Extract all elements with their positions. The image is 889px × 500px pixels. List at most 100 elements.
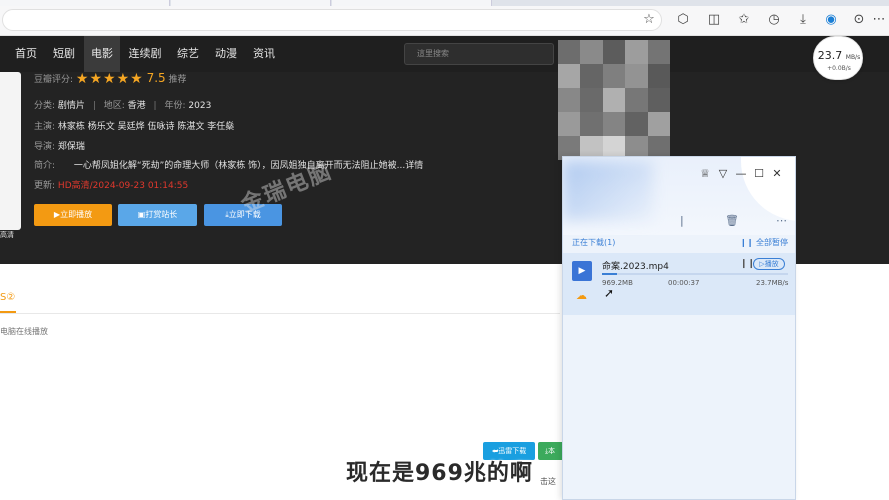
play-button[interactable]: ▷播放 xyxy=(753,258,785,270)
director-label: 导演: xyxy=(34,142,56,152)
skin-icon[interactable]: ♕ xyxy=(698,167,712,181)
browser-toolbar: ☆ ⬡ ◫ ✩ ◷ ⤓ ◉ ⊙ ⋯ xyxy=(0,6,889,36)
rating-label: 豆瓣评分: xyxy=(34,75,74,85)
mosaic-cell xyxy=(580,64,603,88)
more-icon[interactable]: ⋯ xyxy=(871,12,887,28)
mosaic-cell xyxy=(602,64,626,88)
download-progress-bar xyxy=(602,273,788,275)
movie-poster[interactable] xyxy=(0,72,21,230)
nav-item-anime[interactable]: 动漫 xyxy=(208,36,244,72)
mosaic-cell xyxy=(580,88,603,112)
mosaic-cell xyxy=(647,88,670,112)
region-label: 地区: xyxy=(103,101,125,111)
video-file-icon: ▶ xyxy=(572,261,592,281)
download-manager-panel: ♕ ▽ — ☐ ✕ | 🗑 ⋯ 正在下载(1) ❙❙ 全部暂停 ▶ 命案.202… xyxy=(562,156,796,500)
synopsis-value[interactable]: 一心帮凤姐化解“死劫”的命理大师（林家栋 饰），因凤姐独自离开而无法阻止她被..… xyxy=(74,161,423,171)
video-subtitle: 现在是969兆的啊 xyxy=(346,461,533,486)
director-row: 导演: 郑保瑞 xyxy=(34,139,85,152)
star-icon[interactable]: ☆ xyxy=(641,12,657,28)
meta-row: 分类: 剧情片 | 地区: 香港 | 年份: 2023 xyxy=(34,101,212,111)
year-label: 年份: xyxy=(164,101,186,111)
site-nav: 首页 短剧 电影 连续剧 综艺 动漫 资讯 這里搜索 xyxy=(0,36,889,72)
synopsis-row: 简介: 一心帮凤姐化解“死劫”的命理大师（林家栋 饰），因凤姐独自离开而无法阻止… xyxy=(34,158,423,171)
favorites-icon[interactable]: ✩ xyxy=(736,12,752,28)
tip-owner-button[interactable]: ▣打赏站长 xyxy=(118,204,197,226)
minimize-icon[interactable]: — xyxy=(734,167,748,181)
year-value[interactable]: 2023 xyxy=(188,101,211,111)
mosaic-cell xyxy=(580,112,603,136)
pixelated-area xyxy=(558,40,670,160)
poster-quality-tag: 高清 xyxy=(0,231,14,239)
download-speed: 23.7MB/s xyxy=(756,279,789,287)
search-input[interactable]: 這里搜索 xyxy=(404,43,554,65)
category-label: 分类: xyxy=(34,101,56,111)
edge-icon[interactable]: ◉ xyxy=(823,12,839,28)
rating-suffix: 推荐 xyxy=(168,75,187,85)
cast-row: 主演: 林家栋 杨乐文 吴廷烨 伍咏诗 陈湛文 李任燊 xyxy=(34,119,234,132)
partially-hidden-text: 击这 xyxy=(540,477,556,486)
speed-upload-value: +0.0B/s xyxy=(827,65,851,72)
mouse-cursor-icon: ➚ xyxy=(604,286,615,300)
mosaic-cell xyxy=(647,64,670,88)
speed-value: 23.7 MB/s xyxy=(817,49,861,62)
nav-item-news[interactable]: 资讯 xyxy=(246,36,282,72)
accelerate-icon[interactable]: ☁ xyxy=(576,289,587,302)
nav-item-series[interactable]: 连续剧 xyxy=(124,36,166,72)
mosaic-cell xyxy=(647,112,670,136)
update-row: 更新: HD高清/2024-09-23 01:14:55 xyxy=(34,178,188,191)
local-download-button[interactable]: ⤓本 xyxy=(538,442,562,460)
profile-icon[interactable]: ⊙ xyxy=(851,12,867,28)
source-tab[interactable]: S② xyxy=(0,292,15,303)
header-decoration xyxy=(741,157,795,221)
mosaic-cell xyxy=(558,112,581,136)
mosaic-cell xyxy=(580,40,603,64)
address-bar[interactable] xyxy=(2,9,662,31)
mosaic-cell xyxy=(558,64,581,88)
toolbar-divider-icon: | xyxy=(680,214,684,227)
download-item[interactable]: ▶ 命案.2023.mp4 ❙❙ ▷播放 969.2MB 00:00:37 23… xyxy=(563,253,795,315)
download-filename: 命案.2023.mp4 xyxy=(602,262,669,272)
update-label: 更新: xyxy=(34,181,56,191)
rating-stars-icon: ★★★★★ xyxy=(75,71,144,87)
menu-chevron-icon[interactable]: ▽ xyxy=(716,167,730,181)
play-now-button[interactable]: ▶立即播放 xyxy=(34,204,112,226)
pause-all-button[interactable]: ❙❙ 全部暂停 xyxy=(740,237,788,248)
extension-icon[interactable]: ⬡ xyxy=(675,12,691,28)
split-screen-icon[interactable]: ◫ xyxy=(706,12,722,28)
maximize-icon[interactable]: ☐ xyxy=(752,167,766,181)
nav-item-movies[interactable]: 电影 xyxy=(84,36,120,72)
rating-row: 豆瓣评分: ★★★★★ 7.5 推荐 xyxy=(34,71,187,87)
mosaic-cell xyxy=(625,40,648,64)
category-value[interactable]: 剧情片 xyxy=(58,101,85,111)
downloads-icon[interactable]: ⤓ xyxy=(795,12,811,28)
region-value[interactable]: 香港 xyxy=(128,101,146,111)
history-icon[interactable]: ◷ xyxy=(766,12,782,28)
mosaic-cell xyxy=(625,88,648,112)
downloading-count[interactable]: 正在下载(1) xyxy=(572,237,615,248)
download-progress-fill xyxy=(602,273,617,275)
download-manager-header: ♕ ▽ — ☐ ✕ | 🗑 ⋯ xyxy=(563,157,795,235)
cast-value[interactable]: 林家栋 杨乐文 吴廷烨 伍咏诗 陈湛文 李任燊 xyxy=(58,122,234,132)
mosaic-cell xyxy=(558,40,581,64)
blurred-avatar xyxy=(563,161,653,221)
update-value: HD高清/2024-09-23 01:14:55 xyxy=(57,181,189,191)
delete-icon[interactable]: 🗑 xyxy=(725,214,739,228)
online-play-note: 电脑在线播放 xyxy=(0,327,48,336)
nav-item-home[interactable]: 首页 xyxy=(8,36,44,72)
nav-item-shorts[interactable]: 短剧 xyxy=(46,36,82,72)
network-speed-widget[interactable]: 23.7 MB/s +0.0B/s xyxy=(813,36,863,80)
mosaic-cell xyxy=(602,88,626,112)
download-elapsed: 00:00:37 xyxy=(668,279,700,287)
mosaic-cell xyxy=(625,64,648,88)
synopsis-label: 简介: xyxy=(34,161,56,171)
mosaic-cell xyxy=(602,112,626,136)
cast-label: 主演: xyxy=(34,122,56,132)
mosaic-cell xyxy=(647,40,670,64)
director-value[interactable]: 郑保瑞 xyxy=(58,142,85,152)
mosaic-cell xyxy=(602,40,626,64)
close-icon[interactable]: ✕ xyxy=(770,167,784,181)
lower-divider xyxy=(0,313,560,314)
more-options-icon[interactable]: ⋯ xyxy=(776,214,787,228)
nav-item-variety[interactable]: 综艺 xyxy=(170,36,206,72)
rating-score: 7.5 xyxy=(146,71,166,85)
